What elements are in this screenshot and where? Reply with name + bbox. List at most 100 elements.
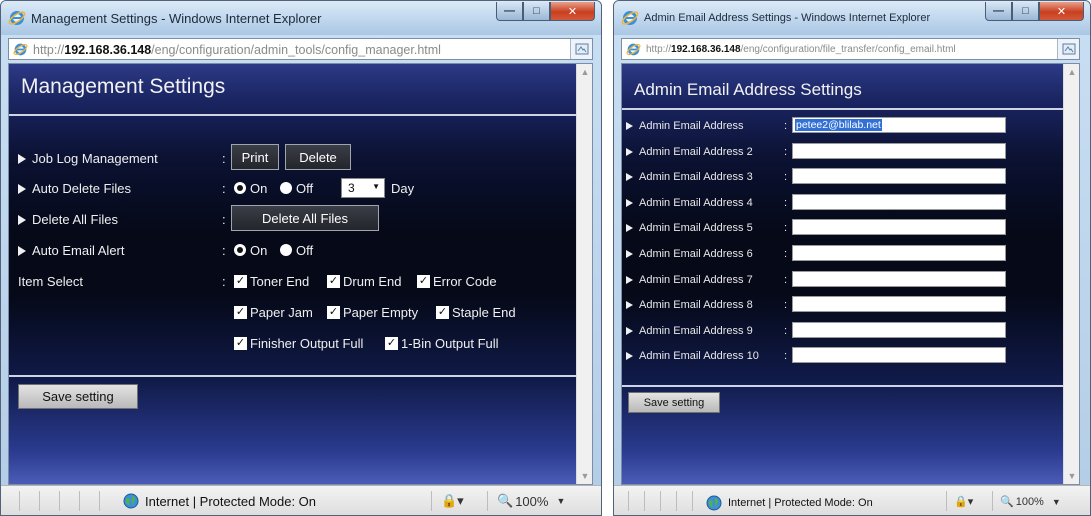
scroll-down-icon[interactable]: ▼ <box>577 468 592 484</box>
address-bar[interactable]: http://192.168.36.148/eng/configuration/… <box>8 38 593 60</box>
save-setting-button[interactable]: Save setting <box>18 384 138 409</box>
email-address-field[interactable] <box>792 168 1006 185</box>
email-label: Admin Email Address 10 <box>626 350 759 362</box>
drum-end-checkbox[interactable]: ✓ <box>327 275 340 288</box>
email-address-field[interactable] <box>792 347 1006 364</box>
separator <box>946 491 947 511</box>
error-code-label: Error Code <box>433 274 497 289</box>
email-row: Admin Email Address: petee2@blilab.net <box>622 114 1063 140</box>
separator <box>79 491 80 511</box>
vertical-scrollbar[interactable]: ▲ ▼ <box>1063 64 1079 484</box>
zone-text: Internet | Protected Mode: On <box>728 497 873 509</box>
close-button[interactable]: ✕ <box>550 2 595 21</box>
close-icon: ✕ <box>567 5 578 18</box>
security-zone[interactable]: Internet | Protected Mode: On <box>123 493 316 509</box>
close-icon: ✕ <box>1056 5 1067 18</box>
zoom-control[interactable]: 🔍 100% ▼ <box>497 493 565 509</box>
triangle-icon <box>18 215 26 225</box>
close-button[interactable]: ✕ <box>1039 2 1084 21</box>
email-address-field[interactable]: petee2@blilab.net <box>792 117 1006 133</box>
address-bar[interactable]: http://192.168.36.148/eng/configuration/… <box>621 38 1080 60</box>
auto-email-off-radio[interactable] <box>280 244 292 256</box>
error-code-checkbox[interactable]: ✓ <box>417 275 430 288</box>
status-bar: Internet | Protected Mode: On 🔒▾ 🔍 100% … <box>614 485 1090 515</box>
scroll-up-icon[interactable]: ▲ <box>577 64 592 80</box>
item-select-label: Item Select <box>18 274 84 289</box>
compat-view-button[interactable] <box>570 39 592 59</box>
minimize-button[interactable]: — <box>985 2 1012 21</box>
triangle-icon <box>626 326 633 335</box>
triangle-icon <box>626 198 633 207</box>
staple-end-label: Staple End <box>452 305 516 320</box>
auto-delete-label: Auto Delete Files <box>18 181 131 196</box>
bin-output-full-label: 1-Bin Output Full <box>401 336 499 351</box>
separator <box>487 491 488 511</box>
zoom-level: 100% <box>1015 495 1044 508</box>
colon: : <box>222 181 226 196</box>
security-zone[interactable]: Internet | Protected Mode: On <box>706 495 873 511</box>
email-address-field[interactable] <box>792 321 1006 338</box>
scroll-up-icon[interactable]: ▲ <box>1064 64 1079 80</box>
maximize-button[interactable]: □ <box>523 2 550 21</box>
email-label: Admin Email Address 8 <box>626 299 753 311</box>
address-url[interactable]: http://192.168.36.148/eng/configuration/… <box>33 43 441 57</box>
title-bar[interactable]: Admin Email Address Settings - Windows I… <box>614 1 1090 35</box>
staple-end-checkbox[interactable]: ✓ <box>436 306 449 319</box>
zoom-control[interactable]: 🔍 100% ▼ <box>1000 495 1061 509</box>
email-address-field[interactable] <box>792 219 1006 236</box>
separator <box>59 491 60 511</box>
email-address-field[interactable] <box>792 142 1006 159</box>
colon: : <box>784 196 788 209</box>
triangle-icon <box>18 154 26 164</box>
colon: : <box>784 273 788 286</box>
vertical-scrollbar[interactable]: ▲ ▼ <box>576 64 592 484</box>
divider <box>622 108 1063 110</box>
protected-mode-toggle[interactable]: 🔒▾ <box>954 495 973 508</box>
print-button[interactable]: Print <box>231 144 279 170</box>
separator <box>644 491 645 511</box>
email-label: Admin Email Address 5 <box>626 222 753 234</box>
maximize-button[interactable]: □ <box>1012 2 1039 21</box>
colon: : <box>784 299 788 312</box>
paper-jam-checkbox[interactable]: ✓ <box>234 306 247 319</box>
auto-email-on-label: On <box>250 243 268 258</box>
auto-email-on-radio[interactable] <box>234 244 246 256</box>
auto-delete-on-radio[interactable] <box>234 182 246 194</box>
address-url[interactable]: http://192.168.36.148/eng/configuration/… <box>646 44 956 55</box>
email-label: Admin Email Address <box>626 120 744 132</box>
save-setting-button[interactable]: Save setting <box>628 392 720 413</box>
bin-output-full-checkbox[interactable]: ✓ <box>385 337 398 350</box>
days-select[interactable]: 3 ▼ <box>341 178 385 198</box>
colon: : <box>784 324 788 337</box>
window-controls: — □ ✕ <box>496 2 595 21</box>
email-address-field[interactable] <box>792 244 1006 261</box>
finisher-output-full-checkbox[interactable]: ✓ <box>234 337 247 350</box>
toner-end-checkbox[interactable]: ✓ <box>234 275 247 288</box>
compat-view-button[interactable] <box>1057 39 1079 59</box>
chevron-down-icon: ▼ <box>1051 496 1061 507</box>
triangle-icon <box>626 352 633 361</box>
separator <box>19 491 20 511</box>
colon: : <box>222 274 226 289</box>
toner-end-label: Toner End <box>250 274 310 289</box>
email-address-field[interactable] <box>792 193 1006 210</box>
scroll-down-icon[interactable]: ▼ <box>1064 468 1079 484</box>
window-controls: — □ ✕ <box>985 2 1084 21</box>
auto-delete-off-radio[interactable] <box>280 182 292 194</box>
separator <box>660 491 661 511</box>
page-title: Admin Email Address Settings <box>634 80 862 99</box>
email-address-field[interactable] <box>792 270 1006 287</box>
colon: : <box>784 171 788 184</box>
minimize-button[interactable]: — <box>496 2 523 21</box>
title-bar[interactable]: Management Settings - Windows Internet E… <box>1 1 601 35</box>
email-address-field[interactable] <box>792 296 1006 313</box>
compat-view-icon <box>575 43 588 55</box>
protected-mode-toggle[interactable]: 🔒▾ <box>441 493 464 509</box>
delete-button[interactable]: Delete <box>285 144 351 170</box>
ie-icon <box>626 42 641 57</box>
email-row: Admin Email Address 9: <box>622 319 1063 345</box>
delete-all-files-button[interactable]: Delete All Files <box>231 205 379 231</box>
status-bar: Internet | Protected Mode: On 🔒▾ 🔍 100% … <box>1 485 601 515</box>
paper-empty-checkbox[interactable]: ✓ <box>327 306 340 319</box>
colon: : <box>222 212 226 227</box>
